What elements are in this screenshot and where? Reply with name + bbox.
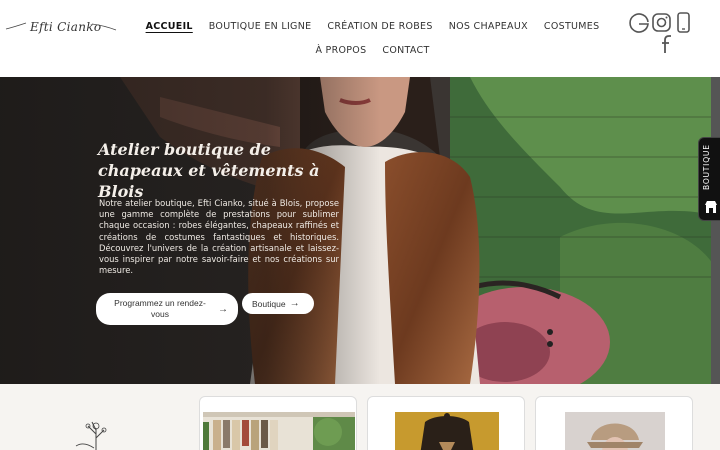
nav-creation-de-robes[interactable]: CRÉATION DE ROBES — [327, 21, 432, 32]
hero-description: Notre atelier boutique, Efti Cianko, sit… — [99, 198, 339, 276]
featured-card-chapeaux[interactable] — [535, 396, 693, 450]
social-links — [628, 11, 698, 55]
arrow-right-icon: → — [218, 303, 228, 315]
nav-costumes[interactable]: COSTUMES — [544, 21, 600, 32]
nav-accueil[interactable]: ACCUEIL — [146, 21, 193, 32]
logo[interactable]: Efti Cianko — [4, 9, 118, 37]
hero-title: Atelier boutique de chapeaux et vêtement… — [98, 140, 320, 201]
nav-nos-chapeaux[interactable]: NOS CHAPEAUX — [449, 21, 528, 32]
nav-contact[interactable]: CONTACT — [382, 45, 429, 56]
google-icon[interactable] — [629, 13, 649, 33]
arrow-right-icon: → — [289, 298, 300, 309]
boutique-button-label: Boutique — [252, 298, 286, 309]
main-nav: ACCUEIL BOUTIQUE EN LIGNE CRÉATION DE RO… — [146, 15, 600, 61]
card-image — [203, 412, 355, 450]
flower-illustration-icon — [75, 421, 107, 450]
featured-section — [0, 384, 720, 450]
phone-icon[interactable] — [677, 12, 690, 33]
card-image — [395, 412, 499, 450]
site-header: Efti Cianko ACCUEIL BOUTIQUE EN LIGNE CR… — [0, 0, 720, 77]
boutique-side-tab[interactable]: BOUTIQUE — [698, 137, 720, 221]
hero-section: Atelier boutique de chapeaux et vêtement… — [0, 77, 720, 384]
nav-boutique-en-ligne[interactable]: BOUTIQUE EN LIGNE — [209, 21, 312, 32]
card-image — [565, 412, 665, 450]
instagram-icon[interactable] — [652, 13, 671, 32]
featured-card-boutique[interactable] — [199, 396, 357, 450]
logo-text: Efti Cianko — [30, 20, 102, 34]
appointment-button[interactable]: Programmez un rendez-vous → — [96, 293, 238, 325]
featured-card-robes[interactable] — [367, 396, 525, 450]
appointment-button-label: Programmez un rendez-vous — [114, 298, 206, 319]
boutique-button[interactable]: Boutique → — [242, 293, 314, 314]
side-tab-label: BOUTIQUE — [702, 144, 711, 190]
store-icon — [705, 201, 717, 213]
facebook-icon[interactable] — [662, 35, 671, 53]
nav-a-propos[interactable]: À PROPOS — [315, 45, 366, 56]
